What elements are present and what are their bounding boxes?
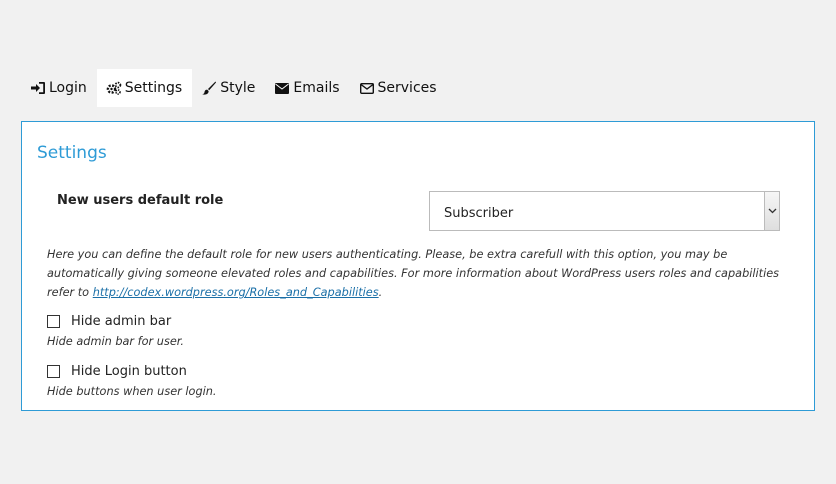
codex-roles-link[interactable]: http://codex.wordpress.org/Roles_and_Cap… xyxy=(93,286,379,299)
tab-bar: Login Settings Style Emails Services xyxy=(21,69,447,107)
hide-admin-bar-row: Hide admin bar xyxy=(47,314,171,329)
hide-admin-bar-help: Hide admin bar for user. xyxy=(47,335,184,348)
envelope-outline-icon xyxy=(359,81,375,95)
hide-login-button-help: Hide buttons when user login. xyxy=(47,385,217,398)
hide-login-button-checkbox[interactable] xyxy=(47,365,60,378)
tab-login[interactable]: Login xyxy=(21,69,97,107)
tab-emails-label: Emails xyxy=(293,80,340,96)
tab-services-label: Services xyxy=(377,80,437,96)
tab-emails[interactable]: Emails xyxy=(265,69,349,107)
hide-login-button-row: Hide Login button xyxy=(47,364,187,379)
envelope-icon xyxy=(274,81,290,95)
chevron-down-icon[interactable] xyxy=(764,192,779,230)
settings-panel: Settings New users default role Subscrib… xyxy=(21,121,815,411)
hide-admin-bar-checkbox[interactable] xyxy=(47,315,60,328)
paint-brush-icon xyxy=(201,81,217,95)
role-description-suffix: . xyxy=(378,286,383,299)
default-role-value: Subscriber xyxy=(444,206,514,221)
tab-settings-label: Settings xyxy=(124,80,183,96)
cogs-icon xyxy=(106,81,122,95)
sign-in-icon xyxy=(30,81,46,95)
tab-style[interactable]: Style xyxy=(192,69,265,107)
role-description: Here you can define the default role for… xyxy=(47,245,797,302)
hide-login-button-label: Hide Login button xyxy=(71,364,187,379)
tab-login-label: Login xyxy=(49,80,87,96)
hide-admin-bar-label: Hide admin bar xyxy=(71,314,172,329)
default-role-label: New users default role xyxy=(57,193,224,208)
default-role-select[interactable]: Subscriber xyxy=(429,191,780,231)
tab-settings[interactable]: Settings xyxy=(96,69,193,107)
tab-services[interactable]: Services xyxy=(350,69,447,107)
panel-title: Settings xyxy=(37,143,107,163)
tab-style-label: Style xyxy=(220,80,256,96)
